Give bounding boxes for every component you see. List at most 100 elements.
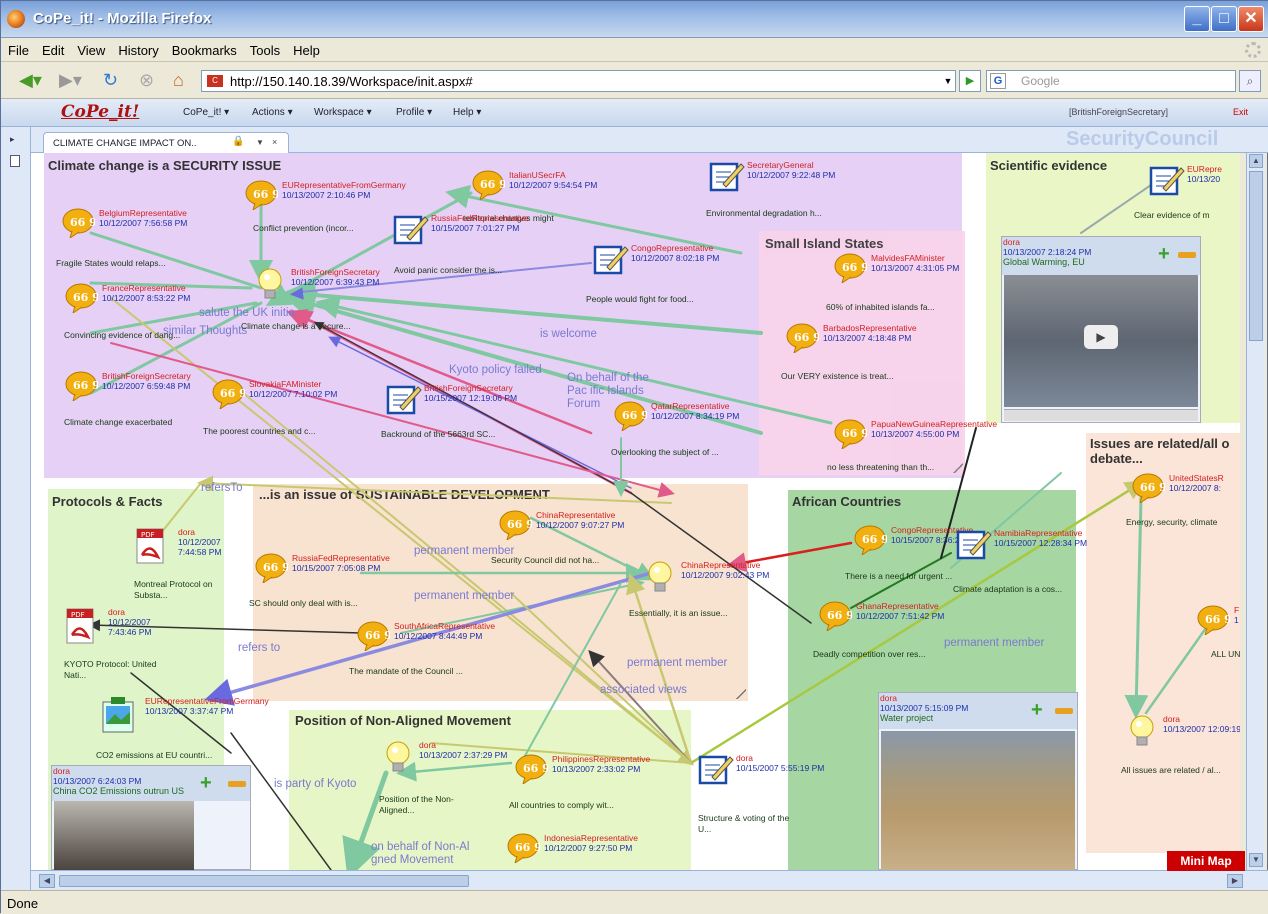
- minimize-button[interactable]: _: [1184, 6, 1210, 32]
- vertical-scrollbar[interactable]: ▲ ▼: [1246, 153, 1264, 870]
- maximize-button[interactable]: □: [1211, 6, 1237, 32]
- comment-icon[interactable]: 66 99: [211, 379, 254, 411]
- node-comment[interactable]: 66 99 IndonesiaRepresentative10/12/2007 9…: [506, 833, 766, 870]
- node-comment[interactable]: 66 99 RussiaFedRepresentative10/15/2007 7…: [254, 553, 514, 623]
- comment-icon[interactable]: 66 99: [833, 419, 876, 451]
- pdf-file-icon[interactable]: PDF: [64, 607, 98, 644]
- comment-icon[interactable]: 66 99: [1131, 473, 1174, 505]
- comment-icon[interactable]: 66 99: [818, 601, 861, 633]
- note-pencil-icon[interactable]: [956, 528, 992, 560]
- vertical-scroll-thumb[interactable]: [1249, 171, 1263, 341]
- expand-media-icon[interactable]: +: [200, 773, 216, 793]
- app-menu-actions[interactable]: Actions ▾: [252, 107, 293, 118]
- menu-tools[interactable]: Tools: [243, 38, 286, 58]
- comment-icon[interactable]: 66 99: [356, 621, 399, 653]
- app-menu-copeit[interactable]: CoPe_it! ▾: [183, 107, 229, 118]
- comment-icon[interactable]: 66 99: [471, 170, 514, 202]
- search-icon[interactable]: ⌕: [1239, 70, 1261, 92]
- go-button[interactable]: ▶: [959, 70, 981, 92]
- menu-history[interactable]: History: [111, 38, 164, 58]
- url-dropdown-icon[interactable]: ▼: [939, 71, 957, 91]
- idea-bulb-icon[interactable]: [381, 740, 415, 772]
- expand-media-icon[interactable]: +: [1031, 700, 1047, 720]
- video-controls[interactable]: [1004, 409, 1198, 421]
- comment-icon[interactable]: 66 99: [498, 510, 541, 542]
- media-image[interactable]: [54, 801, 194, 870]
- note-pencil-icon[interactable]: [698, 753, 734, 785]
- comment-icon[interactable]: 66 99: [785, 323, 828, 355]
- collapse-media-icon[interactable]: [1055, 708, 1073, 714]
- node-comment[interactable]: 66 99 UnitedStatesR10/12/2007 8:: [1131, 473, 1240, 543]
- tab-dropdown-icon[interactable]: ▼: [256, 138, 264, 147]
- idea-bulb-icon[interactable]: [643, 560, 677, 592]
- note-pencil-icon[interactable]: [393, 213, 429, 245]
- close-button[interactable]: ✕: [1238, 6, 1264, 32]
- reload-icon[interactable]: ↻: [103, 70, 118, 91]
- menu-view[interactable]: View: [70, 38, 111, 58]
- home-icon[interactable]: ⌂: [173, 70, 184, 91]
- note-pencil-icon[interactable]: [1149, 164, 1185, 196]
- app-logo[interactable]: CoPe_it!: [61, 102, 139, 122]
- comment-icon[interactable]: 66 99: [64, 283, 107, 315]
- tab-close-icon[interactable]: ×: [272, 137, 277, 147]
- node-comment[interactable]: 66 99 SouthAfricaRepresentative10/12/2007…: [356, 621, 616, 691]
- node-comment[interactable]: 66 99 FranceRepresentative10/12/2007 8:53…: [64, 283, 324, 353]
- search-input[interactable]: G Google: [986, 70, 1236, 92]
- scroll-right-icon[interactable]: ▶: [1227, 874, 1243, 888]
- scroll-left-icon[interactable]: ◀: [39, 874, 55, 888]
- app-menu-help[interactable]: Help ▾: [453, 107, 481, 118]
- play-icon[interactable]: ▶: [1084, 325, 1118, 349]
- expand-panel-icon[interactable]: ▸: [10, 134, 15, 145]
- note-pencil-icon[interactable]: [709, 160, 745, 192]
- comment-icon[interactable]: 66 99: [1196, 605, 1239, 637]
- media-image[interactable]: [881, 731, 1075, 870]
- pdf-file-icon[interactable]: PDF: [134, 527, 168, 564]
- menu-help[interactable]: Help: [286, 38, 326, 58]
- media-water-project[interactable]: dora 10/13/2007 5:15:09 PM Water project…: [878, 692, 1078, 870]
- menu-edit[interactable]: Edit: [35, 38, 70, 58]
- back-icon[interactable]: ◀▾: [19, 70, 42, 91]
- discourse-canvas[interactable]: Climate change is a SECURITY ISSUE Small…: [31, 153, 1240, 870]
- note-pencil-icon[interactable]: [386, 383, 422, 415]
- expand-media-icon[interactable]: +: [1158, 244, 1174, 264]
- comment-icon[interactable]: 66 99: [61, 208, 104, 240]
- video-thumbnail[interactable]: ▶: [1004, 275, 1198, 407]
- node-comment[interactable]: 66 99 F1 F: [1196, 605, 1240, 675]
- stop-icon[interactable]: ⊗: [139, 70, 154, 91]
- horizontal-scrollbar[interactable]: ◀ ▶: [31, 870, 1268, 890]
- comment-icon[interactable]: 66 99: [254, 553, 297, 585]
- idea-bulb-icon[interactable]: [1125, 714, 1159, 746]
- comment-icon[interactable]: 66 99: [853, 525, 896, 557]
- comment-icon[interactable]: 66 99: [506, 833, 549, 865]
- collapse-media-icon[interactable]: [228, 781, 246, 787]
- menu-bookmarks[interactable]: Bookmarks: [165, 38, 243, 58]
- menu-file[interactable]: File: [1, 38, 35, 58]
- node-note[interactable]: SecretaryGeneral 10/12/2007 9:22:48 PM: [709, 160, 969, 230]
- node-note[interactable]: EURepre 10/13/20: [1149, 164, 1240, 234]
- comment-icon[interactable]: 66 99: [244, 180, 287, 212]
- scroll-down-icon[interactable]: ▼: [1249, 853, 1263, 867]
- app-menu-workspace[interactable]: Workspace ▾: [314, 107, 372, 118]
- image-file-icon[interactable]: [101, 696, 135, 733]
- workspace-tab[interactable]: CLIMATE CHANGE IMPACT ON.. 🔒 ▼ ×: [43, 132, 289, 153]
- comment-icon[interactable]: 66 99: [613, 401, 656, 433]
- comment-icon[interactable]: 66 99: [514, 754, 557, 786]
- comment-icon[interactable]: 66 99: [833, 253, 876, 285]
- mini-map-button[interactable]: Mini Map: [1167, 851, 1245, 871]
- collapse-media-icon[interactable]: [1178, 252, 1196, 258]
- exit-link[interactable]: Exit: [1233, 107, 1248, 117]
- google-engine-icon[interactable]: G: [990, 73, 1006, 89]
- forward-icon[interactable]: ▶▾: [59, 70, 82, 91]
- node-comment[interactable]: 66 99 PapuaNewGuineaRepresentative10/13/2…: [833, 419, 1093, 489]
- app-menu-profile[interactable]: Profile ▾: [396, 107, 432, 118]
- note-pencil-icon[interactable]: [593, 243, 629, 275]
- node-note[interactable]: BritishForeignSecretary 10/15/2007 12:19:…: [386, 383, 646, 453]
- node-comment[interactable]: 66 99 GhanaRepresentative10/12/2007 7:51:…: [818, 601, 1078, 671]
- url-bar[interactable]: C http://150.140.18.39/Workspace/init.as…: [201, 70, 956, 92]
- horizontal-scroll-thumb[interactable]: [59, 875, 469, 887]
- media-video-global-warming[interactable]: dora 10/13/2007 2:18:24 PM Global Warmin…: [1001, 236, 1201, 423]
- comment-icon[interactable]: 66 99: [64, 371, 107, 403]
- scroll-up-icon[interactable]: ▲: [1249, 154, 1263, 168]
- document-icon[interactable]: [10, 155, 20, 167]
- media-china-co2[interactable]: dora 10/13/2007 6:24:03 PM China CO2 Emi…: [51, 765, 251, 870]
